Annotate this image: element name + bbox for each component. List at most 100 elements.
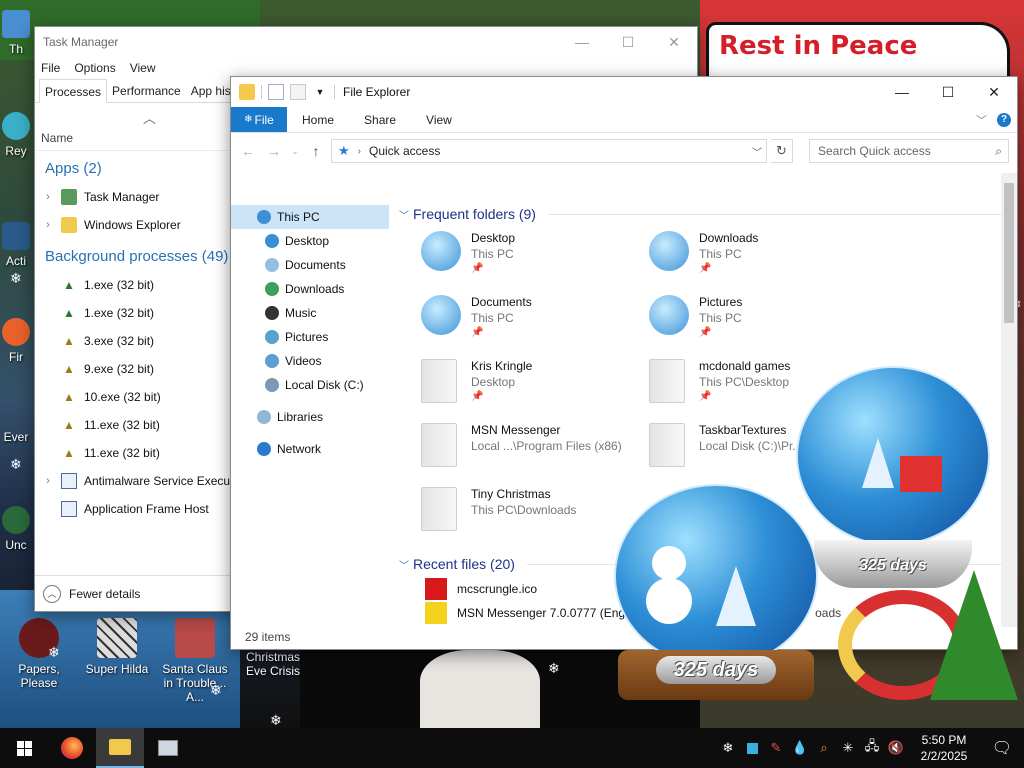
snowflake-icon: ❄	[10, 456, 22, 472]
menu-view[interactable]: View	[130, 61, 156, 75]
nav-item-downloads[interactable]: Downloads	[231, 277, 389, 301]
chevron-down-icon[interactable]: ▼	[312, 84, 328, 100]
nav-item-icon	[265, 330, 279, 344]
desktop-icon-partial-3[interactable]: Acti	[0, 222, 36, 268]
desktop-icon-partial-4[interactable]: Fir	[0, 318, 36, 364]
fewer-details-link[interactable]: Fewer details	[69, 587, 140, 601]
up-arrow-icon[interactable]: ↑	[305, 143, 327, 159]
desktop-icon-label: Rey	[5, 144, 27, 158]
app-window-icon	[61, 501, 77, 517]
tray-paint-icon[interactable]: ✎	[764, 740, 788, 756]
recent-locations-icon[interactable]: ⌄	[289, 147, 301, 156]
minimize-button[interactable]: —	[879, 77, 925, 107]
notifications-icon[interactable]: 🗨	[980, 738, 1024, 758]
process-name: Windows Explorer	[84, 218, 181, 232]
clock[interactable]: 5:50 PM 2/2/2025	[908, 732, 980, 764]
volume-muted-icon[interactable]: 🔇	[884, 740, 908, 756]
desktop-icon-papers-please[interactable]: Papers, Please	[0, 618, 78, 690]
forward-arrow-icon[interactable]: →	[263, 143, 285, 159]
nav-item-local-disk-c[interactable]: Local Disk (C:)	[231, 373, 389, 397]
network-icon[interactable]: 🖧	[860, 737, 884, 759]
process-name: 1.exe (32 bit)	[84, 278, 155, 292]
nav-item-network[interactable]: Network	[231, 437, 389, 461]
properties-icon[interactable]	[268, 84, 284, 100]
process-name: 11.exe (32 bit)	[84, 418, 160, 432]
rip-banner: Rest in Peace	[706, 22, 1010, 82]
file-explorer-titlebar[interactable]: ▼ File Explorer — ☐ ✕	[231, 77, 1017, 107]
folder-location: This PC\Downloads	[471, 503, 577, 517]
desktop-icon-super-hilda[interactable]: Super Hilda	[78, 618, 156, 676]
tab-view[interactable]: View	[411, 107, 467, 132]
snowman-icon	[652, 546, 686, 580]
taskbar-task-manager[interactable]	[144, 728, 192, 768]
nav-item-pictures[interactable]: Pictures	[231, 325, 389, 349]
sun-icon[interactable]: ✳	[836, 740, 860, 756]
nav-item-documents[interactable]: Documents	[231, 253, 389, 277]
frequent-folders-header[interactable]: ﹀ Frequent folders (9)	[399, 201, 1017, 227]
folder-tile[interactable]: Kris Kringle Desktop 📌	[421, 355, 649, 415]
desktop-icon-christmas-eve[interactable]: Christmas Eve Crisis	[234, 650, 312, 678]
desktop-icon-santa-claus[interactable]: Santa Claus in Trouble... A...	[156, 618, 234, 704]
chevron-up-circle-icon[interactable]: ︿	[43, 584, 61, 603]
chevron-right-icon[interactable]: ›	[358, 146, 361, 157]
folder-tile[interactable]: Downloads This PC 📌	[649, 227, 877, 287]
new-folder-icon[interactable]	[290, 84, 306, 100]
nav-item-icon	[257, 210, 271, 224]
task-manager-titlebar[interactable]: Task Manager — ☐ ✕	[35, 27, 697, 57]
folder-tile[interactable]: Desktop This PC 📌	[421, 227, 649, 287]
taskbar-firefox[interactable]	[48, 728, 96, 768]
maximize-button[interactable]: ☐	[925, 77, 971, 107]
maximize-button[interactable]: ☐	[605, 27, 651, 57]
tab-home[interactable]: Home	[287, 107, 349, 132]
nav-item-label: Libraries	[277, 410, 324, 424]
chevron-right-icon[interactable]: ›	[35, 219, 61, 231]
water-drop-icon[interactable]: 💧	[788, 740, 812, 756]
chevron-right-icon[interactable]: ›	[35, 191, 61, 203]
address-bar[interactable]: ★ › Quick access ﹀	[331, 139, 767, 163]
tab-file[interactable]: ❄ File	[231, 107, 287, 132]
chevron-down-icon[interactable]: ﹀	[748, 144, 766, 159]
nav-item-libraries[interactable]: Libraries	[231, 405, 389, 429]
scrollbar-thumb[interactable]	[1004, 183, 1014, 323]
snowflake-icon: ❄	[10, 270, 22, 286]
menu-options[interactable]: Options	[74, 61, 115, 75]
folder-tile[interactable]: Pictures This PC 📌	[649, 291, 877, 351]
menu-file[interactable]: File	[41, 61, 60, 75]
folder-tile[interactable]: MSN Messenger Local ...\Program Files (x8…	[421, 419, 649, 479]
help-icon[interactable]: ?	[997, 112, 1011, 127]
nav-item-music[interactable]: Music	[231, 301, 389, 325]
vertical-scrollbar[interactable]	[1001, 173, 1017, 627]
desktop-icon-partial-2[interactable]: Rey	[0, 112, 36, 158]
pin-icon: 📌	[471, 391, 484, 402]
process-name: Application Frame Host	[84, 502, 209, 516]
folder-icon	[649, 231, 693, 279]
snowflake-icon[interactable]: ❄	[716, 740, 740, 756]
taskbar-file-explorer[interactable]	[96, 728, 144, 768]
nav-item-this-pc[interactable]: This PC	[231, 205, 389, 229]
app-icon	[2, 222, 30, 250]
refresh-icon[interactable]: ↻	[771, 139, 793, 163]
minimize-button[interactable]: —	[559, 27, 605, 57]
tab-processes[interactable]: Processes	[39, 79, 108, 103]
desktop-icon-partial-5[interactable]: Ever	[0, 430, 36, 444]
desktop-icon-partial-1[interactable]: Th	[0, 10, 36, 56]
tray-app-icon[interactable]	[740, 742, 764, 754]
tab-performance[interactable]: Performance	[107, 79, 186, 102]
nav-item-desktop[interactable]: Desktop	[231, 229, 389, 253]
close-button[interactable]: ✕	[651, 27, 697, 57]
desktop-icon-partial-6[interactable]: Unc	[0, 506, 36, 552]
tab-share[interactable]: Share	[349, 107, 411, 132]
tree-process-icon: ▲	[63, 334, 75, 348]
search-tray-icon[interactable]: ⌕	[812, 740, 836, 756]
expand-ribbon-icon[interactable]: ﹀	[976, 112, 987, 128]
search-input[interactable]: Search Quick access ⌕	[809, 139, 1009, 163]
start-button[interactable]	[0, 728, 48, 768]
address-location: Quick access	[369, 144, 441, 158]
chevron-right-icon[interactable]: ›	[35, 475, 61, 487]
folder-tile[interactable]: Tiny Christmas This PC\Downloads	[421, 483, 649, 543]
close-button[interactable]: ✕	[971, 77, 1017, 107]
back-arrow-icon[interactable]: ←	[237, 143, 259, 159]
nav-item-videos[interactable]: Videos	[231, 349, 389, 373]
folder-location: Local ...\Program Files (x86)	[471, 439, 622, 453]
folder-tile[interactable]: Documents This PC 📌	[421, 291, 649, 351]
